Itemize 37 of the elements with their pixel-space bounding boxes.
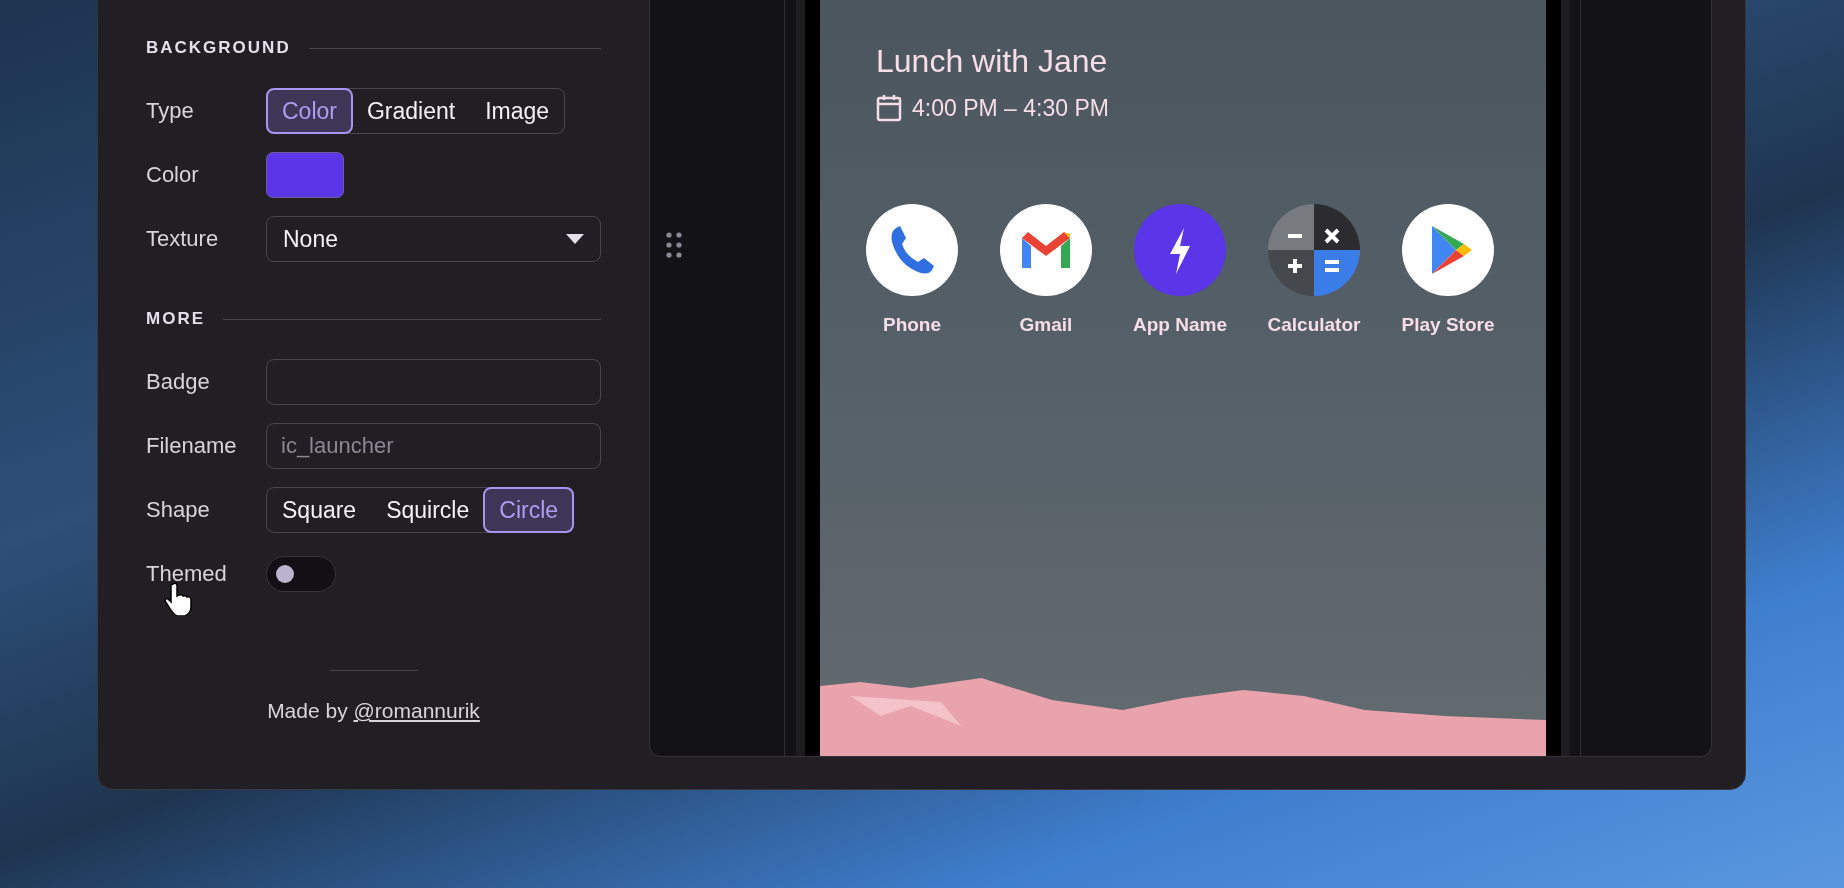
segment-option[interactable]: Square: [266, 487, 373, 533]
field-label: Filename: [146, 433, 238, 459]
field-label: Type: [146, 98, 195, 124]
segment-option[interactable]: Squircle: [370, 487, 486, 533]
drag-handle-icon[interactable]: [666, 232, 682, 258]
field-label: Color: [146, 162, 200, 188]
event-time: 4:00 PM – 4:30 PM: [912, 94, 1109, 122]
caret-icon: [566, 234, 584, 244]
toggle-switch[interactable]: [266, 556, 336, 592]
phone-app-icon[interactable]: [866, 204, 958, 296]
credit-text: Made by @romannurik: [267, 699, 480, 723]
input-field[interactable]: ic_launcher: [266, 423, 601, 469]
app-label: Phone: [882, 314, 942, 336]
author-link[interactable]: @romannurik: [353, 699, 480, 722]
hand-cursor-icon: [164, 582, 194, 616]
texture-dropdown[interactable]: None: [266, 216, 601, 262]
app-label: Calculator: [1267, 314, 1361, 336]
segment-option[interactable]: Color: [266, 88, 353, 134]
lightning-bolt-icon[interactable]: [1134, 204, 1226, 296]
field-label: Shape: [146, 497, 211, 523]
input-field[interactable]: [266, 359, 601, 405]
envelope-m-icon[interactable]: [1000, 204, 1092, 296]
field-label: Badge: [146, 369, 211, 395]
app-label: Play Store: [1401, 314, 1495, 336]
calculator-icon[interactable]: [1268, 204, 1360, 296]
color-swatch[interactable]: [266, 152, 344, 198]
app-label: App Name: [1133, 314, 1227, 336]
segment-option[interactable]: Image: [469, 88, 566, 134]
field-label: Themed: [146, 561, 228, 587]
segment-option[interactable]: Gradient: [350, 88, 472, 134]
app-label: Gmail: [1019, 314, 1073, 336]
event-title: Lunch with Jane: [876, 43, 1109, 80]
segment-option[interactable]: Circle: [483, 487, 575, 533]
calendar-icon: [876, 94, 902, 122]
field-label: Texture: [146, 226, 220, 252]
section-heading: MORE: [146, 309, 205, 329]
section-heading: BACKGROUND: [146, 38, 291, 58]
